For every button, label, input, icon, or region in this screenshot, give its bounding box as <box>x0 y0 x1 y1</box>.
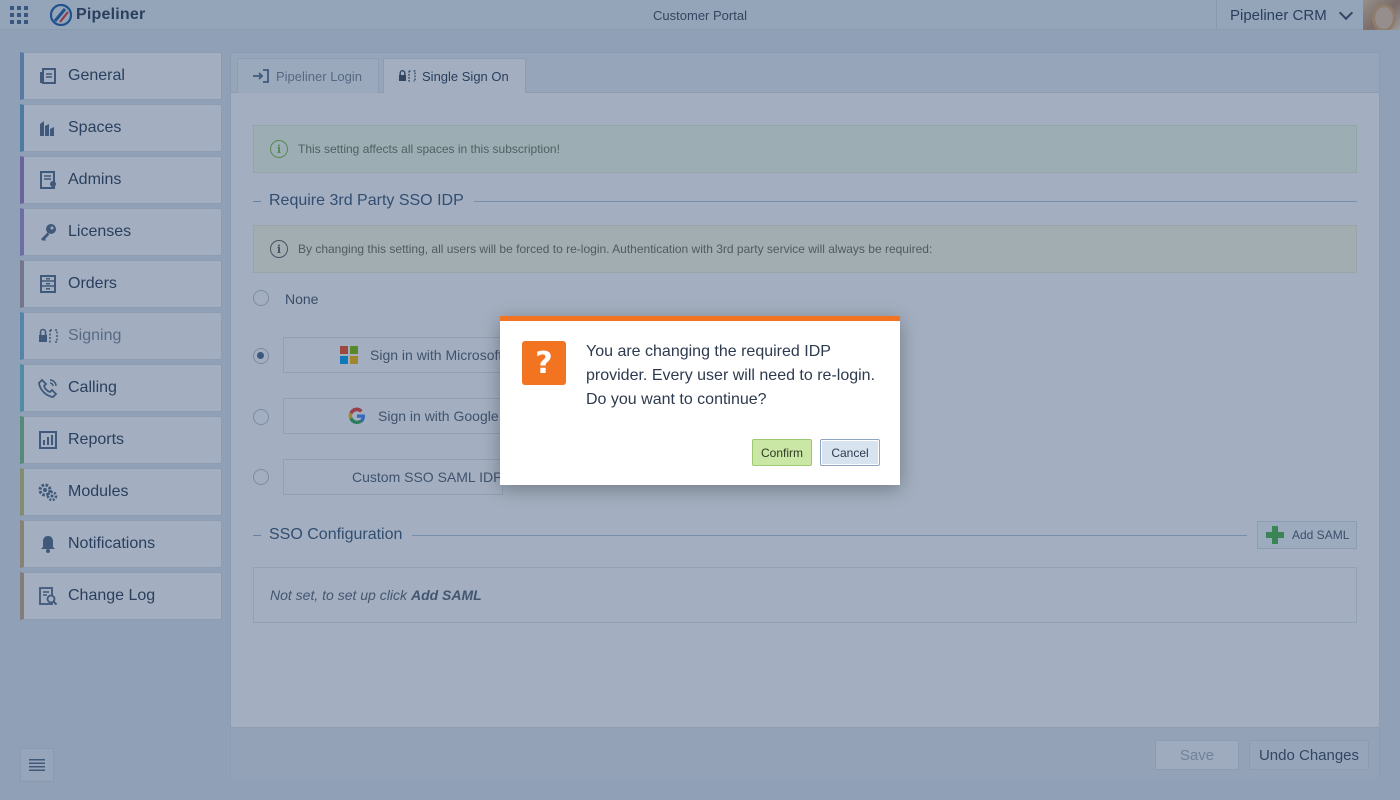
cancel-button[interactable]: Cancel <box>820 439 880 466</box>
confirm-button[interactable]: Confirm <box>752 439 812 466</box>
dialog-message: You are changing the required IDP provid… <box>586 343 876 408</box>
confirm-dialog: ? You are changing the required IDP prov… <box>500 316 900 485</box>
question-icon: ? <box>522 341 566 385</box>
